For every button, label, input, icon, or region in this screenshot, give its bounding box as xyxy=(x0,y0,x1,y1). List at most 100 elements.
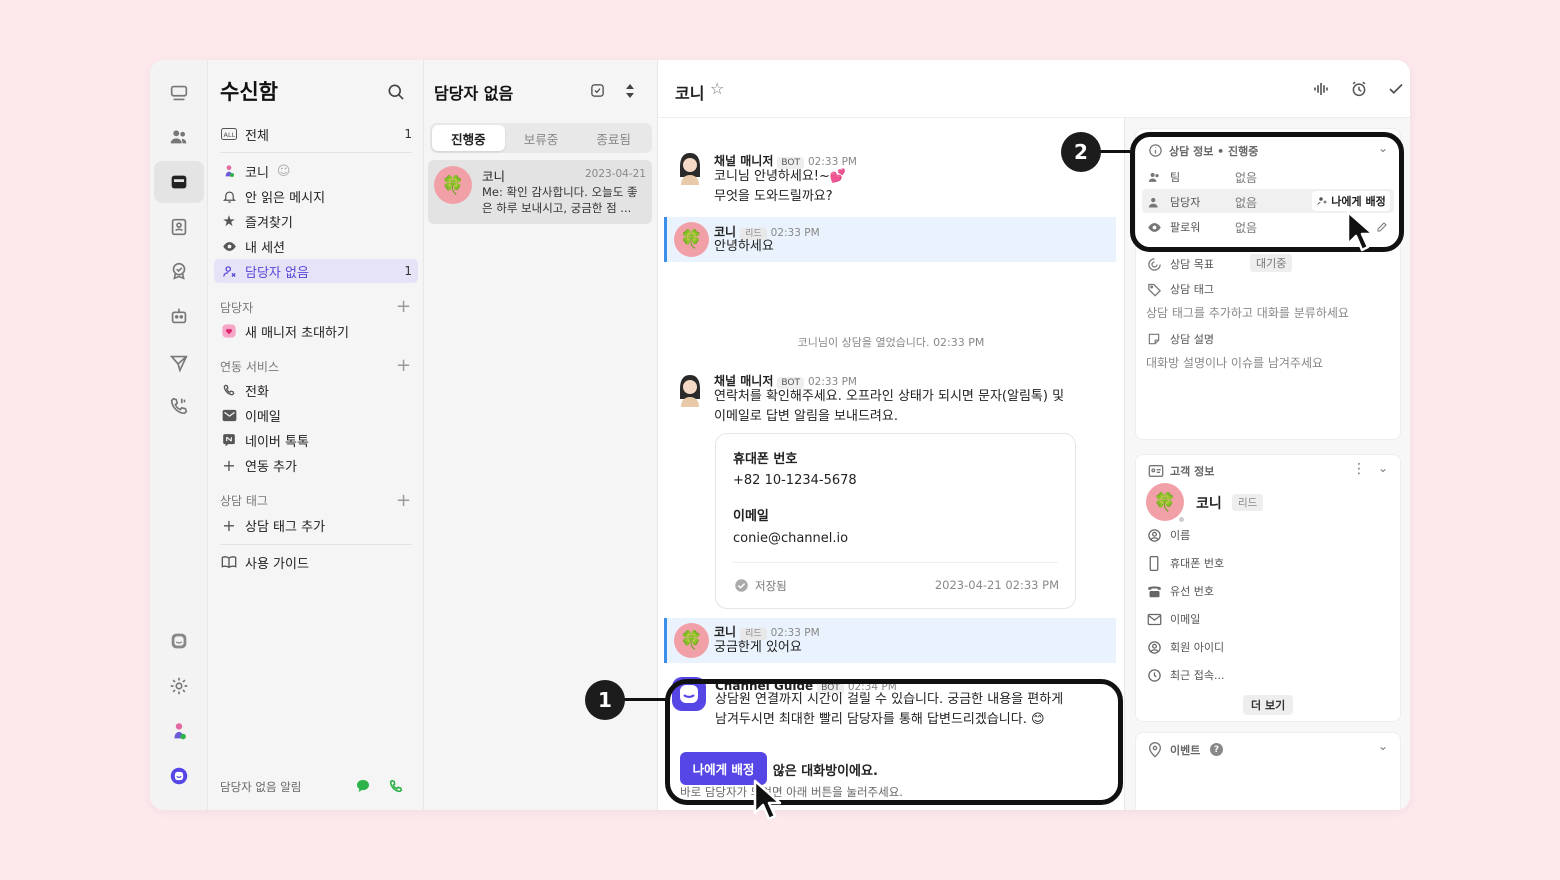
bell-icon xyxy=(220,187,238,205)
tab-on-hold[interactable]: 보류중 xyxy=(505,125,578,151)
message-text: 안녕하세요 xyxy=(714,239,774,254)
customer-info-card: 고객 정보 ⋮ ⌄ 🍀 코니 리드 이름 휴대폰 번호 유선 번호 이메일 회원… xyxy=(1135,454,1401,722)
sort-icon[interactable] xyxy=(624,83,636,99)
goal-row[interactable]: 상담 목표 xyxy=(1146,256,1214,272)
contacts-icon[interactable] xyxy=(154,116,204,158)
note-icon xyxy=(1146,331,1162,347)
mail-icon xyxy=(1146,611,1162,627)
inbox-icon[interactable] xyxy=(154,161,204,203)
saved-label: 저장됨 xyxy=(755,579,787,593)
customer-name: 코니 xyxy=(1196,496,1222,512)
tab-closed[interactable]: 종료됨 xyxy=(577,125,650,151)
call-icon[interactable] xyxy=(388,778,404,794)
select-checkbox-icon[interactable] xyxy=(590,83,605,98)
status-tabs: 진행중 보류중 종료됨 xyxy=(430,123,652,153)
message-user-highlighted: 🍀 코니 리드 02:33 PM 안녕하세요 xyxy=(664,217,1116,262)
sidebar-title: 수신함 xyxy=(220,80,278,104)
divider xyxy=(220,152,412,153)
sidebar-item-unread[interactable]: 안 읽은 메시지 xyxy=(214,184,418,208)
tag-placeholder[interactable]: 상담 태그를 추가하고 대화를 분류하세요 xyxy=(1146,304,1349,321)
eye-icon xyxy=(220,237,238,255)
sidebar-item-label: 전화 xyxy=(245,384,269,400)
sidebar-item-label: 전체 xyxy=(245,128,269,144)
system-user: 코니 xyxy=(797,336,818,349)
tab-in-progress[interactable]: 진행중 xyxy=(432,125,505,151)
sender-name: 코니 xyxy=(714,625,737,639)
manager-avatar-icon xyxy=(676,373,704,407)
help-icon[interactable]: ? xyxy=(1210,743,1223,756)
badge-check-icon[interactable] xyxy=(154,250,204,292)
search-icon[interactable] xyxy=(386,82,406,102)
settings-gear-icon[interactable] xyxy=(154,665,204,707)
phone-icon[interactable] xyxy=(154,385,204,427)
add-tag-plus-icon[interactable]: + xyxy=(396,492,411,510)
customer-field-member-id[interactable]: 회원 아이디 xyxy=(1146,639,1224,655)
bot-icon[interactable] xyxy=(154,295,204,337)
conversation-preview: Me: 확인 감사합니다. 오늘도 좋은 하루 보내시고, 궁금한 점 ... xyxy=(482,185,638,215)
icon-rail xyxy=(150,60,208,810)
description-label: 상담 설명 xyxy=(1170,333,1214,346)
send-icon[interactable] xyxy=(154,342,204,384)
message-bot: 채널 매니저 BOT 02:33 PM 코니님 안녕하세요!~💕 무엇을 도와드릴까… xyxy=(658,148,1124,208)
count-badge: 1 xyxy=(404,264,412,278)
voice-wave-icon[interactable] xyxy=(1312,80,1330,98)
usage-guide-item[interactable]: 사용 가이드 xyxy=(214,550,418,574)
svg-text:ALL: ALL xyxy=(224,131,236,139)
chat-bubble-icon[interactable] xyxy=(355,778,371,794)
integration-item-phone[interactable]: 전화 xyxy=(214,378,418,402)
sidebar-item-favorites[interactable]: ★ 즐겨찾기 xyxy=(214,209,418,233)
show-more-button[interactable]: 더 보기 xyxy=(1243,695,1294,715)
integration-item-email[interactable]: 이메일 xyxy=(214,403,418,427)
sidebar-item-label: 내 세션 xyxy=(245,240,286,256)
add-tag-item[interactable]: + 상담 태그 추가 xyxy=(214,513,418,537)
profile-card-icon[interactable] xyxy=(154,206,204,248)
customer-field-name[interactable]: 이름 xyxy=(1146,527,1190,543)
check-icon[interactable] xyxy=(1387,80,1405,98)
sender-name: 채널 매니저 xyxy=(714,154,774,168)
add-integration-item[interactable]: + 연동 추가 xyxy=(214,453,418,477)
sidebar-item-label: 네이버 톡톡 xyxy=(245,434,309,450)
conversation-item[interactable]: 🍀 코니 2023-04-21 Me: 확인 감사합니다. 오늘도 좋은 하루 … xyxy=(428,160,652,224)
sidebar-item-label: 상담 태그 추가 xyxy=(245,519,326,535)
channel-logo-icon[interactable] xyxy=(154,620,204,662)
integration-item-naver-talk[interactable]: 네이버 톡톡 xyxy=(214,428,418,452)
add-integration-plus-icon[interactable]: + xyxy=(396,357,411,375)
customer-field-email[interactable]: 이메일 xyxy=(1146,611,1200,627)
mouse-cursor-icon xyxy=(1346,210,1375,252)
message-text: 무엇을 도와드릴까요? xyxy=(714,189,833,204)
sidebar-item-label: 새 매니저 초대하기 xyxy=(245,325,349,341)
star-outline-icon[interactable]: ☆ xyxy=(710,79,724,98)
alarm-clock-icon[interactable] xyxy=(1350,80,1368,98)
field-label: 최근 접속... xyxy=(1170,669,1225,682)
status-emoji-icon: ☺ xyxy=(276,163,291,179)
channel-talk-icon[interactable] xyxy=(154,755,204,797)
more-vertical-icon[interactable]: ⋮ xyxy=(1352,461,1366,477)
sidebar-item-label: 코니 xyxy=(245,165,269,181)
user-avatar-icon[interactable] xyxy=(154,710,204,752)
customer-info-title: 고객 정보 xyxy=(1170,465,1215,478)
sidebar-item-unassigned[interactable]: 담당자 없음 1 xyxy=(214,259,418,283)
customer-field-last-seen[interactable]: 최근 접속... xyxy=(1146,667,1224,683)
chevron-down-icon[interactable]: ⌄ xyxy=(1378,739,1388,753)
unassigned-alert-label: 담당자 없음 알림 xyxy=(220,780,302,794)
conversation-name: 코니 xyxy=(482,169,506,184)
phone-value[interactable]: +82 10-1234-5678 xyxy=(733,473,857,488)
email-value[interactable]: conie@channel.io xyxy=(733,531,848,546)
sidebar-item-my-sessions[interactable]: 내 세션 xyxy=(214,234,418,258)
clover-avatar-icon: 🍀 xyxy=(674,222,709,257)
event-card: 이벤트 ? ⌄ xyxy=(1135,732,1401,810)
sidebar-item-conie[interactable]: 코니 ☺ xyxy=(214,159,418,183)
sidebar-item-all[interactable]: ALL 전체 1 xyxy=(214,122,418,146)
customer-field-mobile[interactable]: 휴대폰 번호 xyxy=(1146,555,1224,571)
description-placeholder[interactable]: 대화방 설명이나 이슈를 남겨주세요 xyxy=(1146,354,1323,371)
goal-status-badge[interactable]: 대기중 xyxy=(1250,254,1293,272)
sidebar-item-label: 즐겨찾기 xyxy=(245,215,293,231)
add-assignee-plus-icon[interactable]: + xyxy=(396,298,411,316)
book-icon xyxy=(220,553,238,571)
assignee-section-header: 담당자 xyxy=(220,301,254,315)
chevron-down-icon[interactable]: ⌄ xyxy=(1378,461,1388,475)
customer-field-landline[interactable]: 유선 번호 xyxy=(1146,583,1214,599)
status-dot xyxy=(1177,515,1186,524)
invite-manager-item[interactable]: 새 매니저 초대하기 xyxy=(214,319,418,343)
desk-icon[interactable] xyxy=(154,72,204,114)
